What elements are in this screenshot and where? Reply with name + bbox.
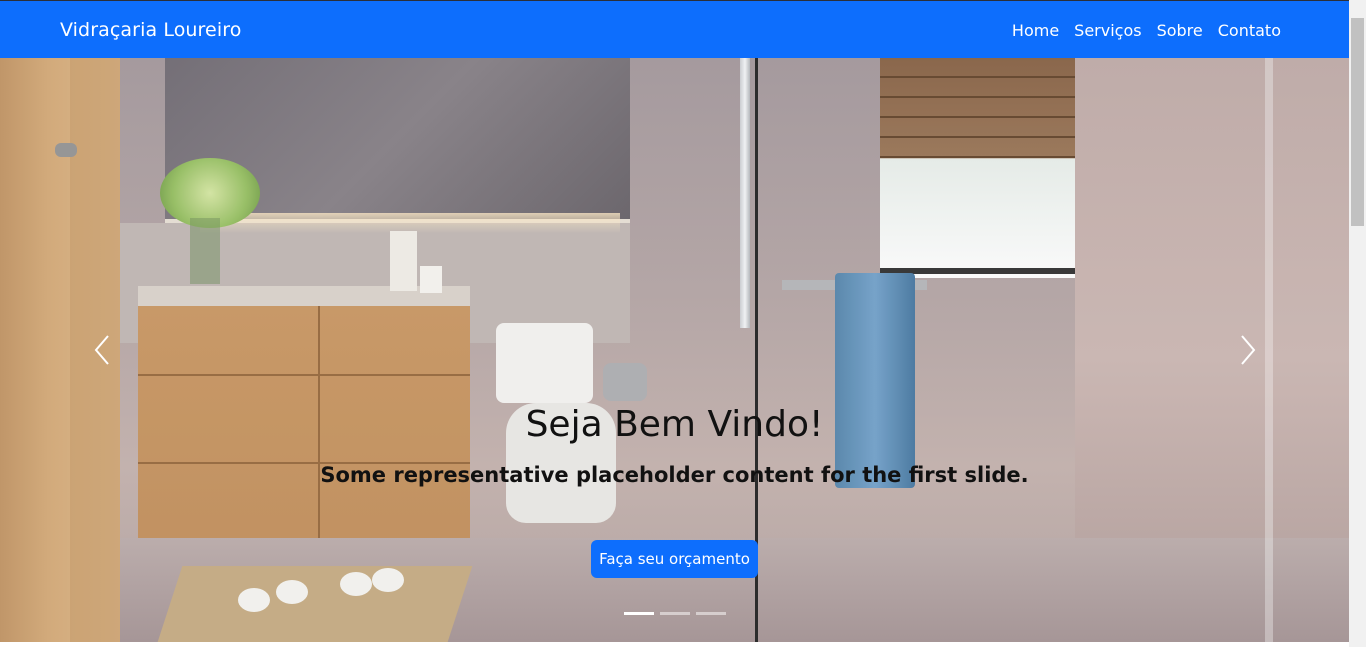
- carousel-indicators: [624, 612, 726, 615]
- hero-carousel: Seja Bem Vindo! Some representative plac…: [0, 58, 1349, 642]
- indicator-slide-1[interactable]: [624, 612, 654, 615]
- nav-link-contato[interactable]: Contato: [1218, 21, 1281, 40]
- indicator-slide-3[interactable]: [696, 612, 726, 615]
- scrollbar-thumb[interactable]: [1351, 18, 1364, 226]
- indicator-slide-2[interactable]: [660, 612, 690, 615]
- caption-title: Seja Bem Vindo!: [525, 404, 824, 445]
- quote-request-button[interactable]: Faça seu orçamento: [591, 540, 758, 578]
- caption-text: Some representative placeholder content …: [320, 463, 1029, 487]
- brand-link[interactable]: Vidraçaria Loureiro: [60, 19, 241, 41]
- nav-link-home[interactable]: Home: [1012, 21, 1059, 40]
- nav-links: Home Serviços Sobre Contato: [1012, 21, 1281, 40]
- nav-link-servicos[interactable]: Serviços: [1074, 21, 1141, 40]
- top-navbar: Vidraçaria Loureiro Home Serviços Sobre …: [0, 0, 1349, 58]
- nav-link-sobre[interactable]: Sobre: [1157, 21, 1203, 40]
- carousel-caption: Seja Bem Vindo! Some representative plac…: [0, 58, 1349, 642]
